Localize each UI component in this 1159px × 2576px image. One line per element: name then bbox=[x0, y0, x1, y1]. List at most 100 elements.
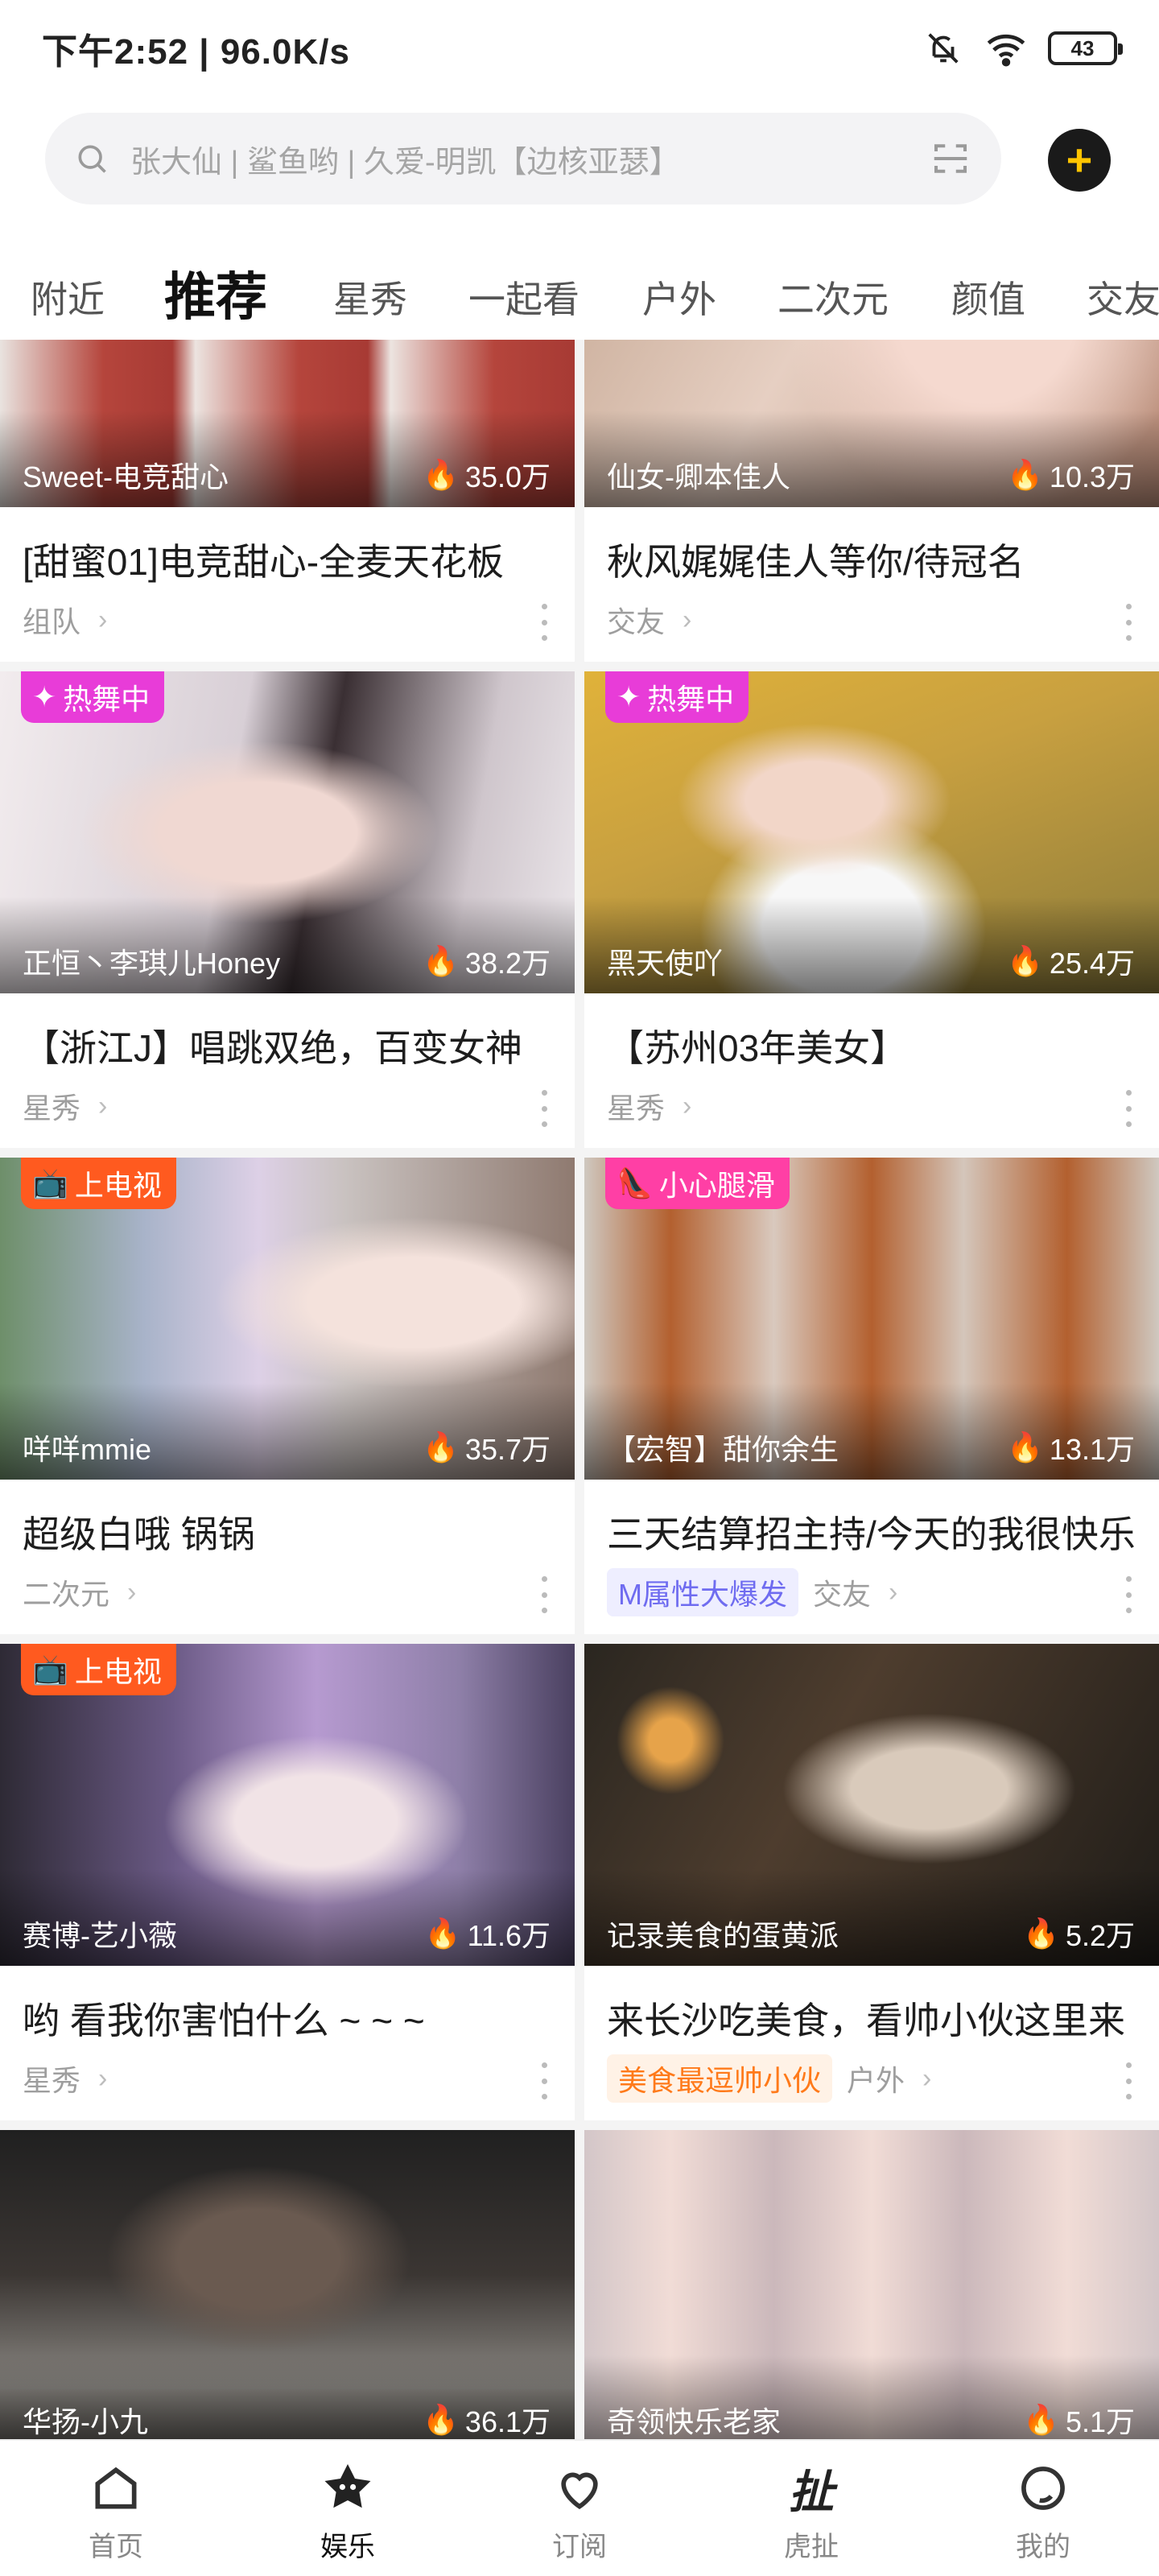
card-tag[interactable]: 美食最逗帅小伙 bbox=[607, 2054, 833, 2103]
tab-watch-together[interactable]: 一起看 bbox=[468, 270, 580, 324]
live-card[interactable]: 奇领快乐老家 🔥 5.1万 bbox=[584, 2130, 1159, 2439]
chevron-right-icon: › bbox=[683, 1090, 692, 1121]
search-input[interactable]: 张大仙 | 鲨鱼哟 | 久爱-明凯【边核亚瑟】 bbox=[45, 113, 1001, 204]
viewer-count: 🔥 10.3万 bbox=[1007, 458, 1135, 493]
more-options-icon[interactable] bbox=[1120, 1576, 1136, 1613]
more-options-icon[interactable] bbox=[536, 1576, 552, 1613]
card-meta: 组队 › bbox=[23, 597, 107, 642]
mute-bell-icon bbox=[922, 27, 964, 69]
card-category[interactable]: 二次元 bbox=[23, 1571, 109, 1613]
card-category[interactable]: 交友 bbox=[607, 599, 665, 641]
viewer-count: 🔥 38.2万 bbox=[423, 944, 551, 980]
flame-icon: 🔥 bbox=[424, 1917, 461, 1950]
more-options-icon[interactable] bbox=[1120, 1090, 1136, 1127]
card-thumbnail: 华扬-小九 🔥 36.1万 bbox=[0, 2130, 575, 2439]
tab-xingxiu[interactable]: 星秀 bbox=[333, 270, 407, 324]
live-card[interactable]: 赛博-艺小薇 🔥 11.6万 📺 上电视 哟 看我你害怕什么 ~ ~ ~ 星秀 › bbox=[0, 1644, 575, 2120]
star-mascot-icon bbox=[318, 2458, 377, 2518]
search-icon bbox=[78, 145, 106, 173]
status-badge-on-tv: 📺 上电视 bbox=[21, 1644, 176, 1695]
chevron-right-icon: › bbox=[683, 604, 692, 635]
chevron-right-icon: › bbox=[922, 2062, 932, 2094]
status-badge-dancing: ✦ 热舞中 bbox=[21, 671, 165, 723]
status-bar: 下午2:52 | 96.0K/s 43 bbox=[0, 0, 1159, 97]
flame-icon: 🔥 bbox=[1007, 1430, 1043, 1463]
tab-friends[interactable]: 交友 bbox=[1087, 270, 1159, 324]
sparkle-icon: ✦ bbox=[617, 680, 641, 713]
flame-icon: 🔥 bbox=[423, 944, 459, 977]
live-card[interactable]: 仙女-卿本佳人 🔥 10.3万 秋风娓娓佳人等你/待冠名 交友 › bbox=[584, 340, 1159, 662]
nav-home[interactable]: 首页 bbox=[0, 2441, 232, 2576]
nav-entertainment[interactable]: 娱乐 bbox=[232, 2441, 464, 2576]
flame-icon: 🔥 bbox=[423, 458, 459, 491]
wifi-icon bbox=[985, 27, 1027, 69]
live-card[interactable]: 正恒丶李琪儿Honey 🔥 38.2万 ✦ 热舞中 【浙江J】唱跳双绝，百变女神 星… bbox=[0, 671, 575, 1148]
status-badge-on-tv: 📺 上电视 bbox=[21, 1158, 176, 1209]
viewer-count: 🔥 36.1万 bbox=[423, 2403, 551, 2438]
chevron-right-icon: › bbox=[98, 1090, 108, 1121]
card-thumbnail: Sweet-电竞甜心 🔥 35.0万 bbox=[0, 340, 575, 507]
viewer-count: 🔥 11.6万 bbox=[424, 1917, 551, 1952]
status-icons: 43 bbox=[922, 27, 1123, 69]
card-category[interactable]: 交友 bbox=[813, 1571, 871, 1613]
card-category[interactable]: 星秀 bbox=[23, 2058, 80, 2099]
anchor-name: 正恒丶李琪儿Honey bbox=[23, 947, 281, 980]
tab-recommend[interactable]: 推荐 bbox=[164, 256, 267, 330]
anchor-name: 华扬-小九 bbox=[23, 2405, 148, 2438]
viewer-count: 🔥 13.1万 bbox=[1007, 1430, 1135, 1466]
card-meta: 交友 › bbox=[607, 597, 691, 642]
nav-me[interactable]: 我的 bbox=[927, 2441, 1159, 2576]
card-category[interactable]: 星秀 bbox=[23, 1085, 80, 1127]
tab-looks[interactable]: 颜值 bbox=[951, 270, 1025, 324]
card-meta: 二次元 › bbox=[23, 1570, 136, 1615]
tv-icon: 📺 bbox=[32, 1653, 68, 1686]
tv-icon: 📺 bbox=[32, 1166, 68, 1199]
card-thumbnail: 记录美食的蛋黄派 🔥 5.2万 bbox=[584, 1644, 1159, 1966]
card-title: 【浙江J】唱跳双绝，百变女神 bbox=[23, 1027, 522, 1069]
card-tag[interactable]: M属性大爆发 bbox=[607, 1568, 798, 1616]
more-options-icon[interactable] bbox=[536, 2062, 552, 2099]
anchor-name: 记录美食的蛋黄派 bbox=[607, 1919, 839, 1952]
live-room-grid: Sweet-电竞甜心 🔥 35.0万 [甜蜜01]电竞甜心-全麦天花板 组队 › 仙… bbox=[0, 340, 1159, 2439]
live-card[interactable]: Sweet-电竞甜心 🔥 35.0万 [甜蜜01]电竞甜心-全麦天花板 组队 › bbox=[0, 340, 575, 662]
scan-icon[interactable] bbox=[929, 137, 972, 180]
anchor-name: 【宏智】甜你余生 bbox=[607, 1433, 839, 1466]
live-card[interactable]: 咩咩mmie 🔥 35.7万 📺 上电视 超级白哦 锅锅 二次元 › bbox=[0, 1158, 575, 1634]
more-options-icon[interactable] bbox=[1120, 604, 1136, 641]
chevron-right-icon: › bbox=[127, 1576, 137, 1608]
tab-nearby[interactable]: 附近 bbox=[31, 270, 105, 324]
card-meta: 星秀 › bbox=[607, 1084, 691, 1129]
heart-icon bbox=[550, 2458, 609, 2518]
card-title: [甜蜜01]电竞甜心-全麦天花板 bbox=[23, 541, 505, 583]
tab-outdoor[interactable]: 户外 bbox=[642, 270, 716, 324]
sparkle-icon: ✦ bbox=[32, 680, 57, 713]
card-category[interactable]: 组队 bbox=[23, 599, 80, 641]
live-card[interactable]: 【宏智】甜你余生 🔥 13.1万 👠 小心腿滑 三天结算招主持/今天的我很快乐 M属… bbox=[584, 1158, 1159, 1634]
huche-logo-icon: 扯 bbox=[789, 2466, 834, 2517]
more-options-icon[interactable] bbox=[536, 1090, 552, 1127]
card-meta: 美食最逗帅小伙 户外 › bbox=[607, 2054, 932, 2103]
viewer-count: 🔥 5.2万 bbox=[1023, 1917, 1135, 1952]
anchor-name: 咩咩mmie bbox=[23, 1433, 151, 1466]
card-category[interactable]: 星秀 bbox=[607, 1085, 665, 1127]
card-meta: 星秀 › bbox=[23, 2056, 107, 2101]
nav-huche[interactable]: 扯 虎扯 bbox=[695, 2441, 927, 2576]
bottom-navigation: 首页 娱乐 订阅 扯 虎扯 我的 bbox=[0, 2439, 1159, 2576]
home-icon bbox=[86, 2458, 146, 2518]
card-meta: 星秀 › bbox=[23, 1084, 107, 1129]
nav-subscribe[interactable]: 订阅 bbox=[464, 2441, 695, 2576]
live-card[interactable]: 黑天使吖 🔥 25.4万 ✦ 热舞中 【苏州03年美女】 星秀 › bbox=[584, 671, 1159, 1148]
live-card[interactable]: 记录美食的蛋黄派 🔥 5.2万 来长沙吃美食，看帅小伙这里来 美食最逗帅小伙 户外… bbox=[584, 1644, 1159, 2120]
battery-icon: 43 bbox=[1048, 31, 1123, 65]
more-options-icon[interactable] bbox=[536, 604, 552, 641]
card-category[interactable]: 户外 bbox=[847, 2058, 905, 2099]
viewer-count: 🔥 25.4万 bbox=[1007, 944, 1135, 980]
tab-anime[interactable]: 二次元 bbox=[777, 270, 889, 324]
flame-icon: 🔥 bbox=[423, 1430, 459, 1463]
more-options-icon[interactable] bbox=[1120, 2062, 1136, 2099]
card-title: 来长沙吃美食，看帅小伙这里来 bbox=[607, 2000, 1125, 2041]
live-card[interactable]: 华扬-小九 🔥 36.1万 bbox=[0, 2130, 575, 2439]
add-button[interactable]: + bbox=[1048, 129, 1111, 192]
card-title: 哟 看我你害怕什么 ~ ~ ~ bbox=[23, 2000, 425, 2041]
category-tabs: 附近 推荐 星秀 一起看 户外 二次元 颜值 交友 bbox=[0, 242, 1159, 330]
